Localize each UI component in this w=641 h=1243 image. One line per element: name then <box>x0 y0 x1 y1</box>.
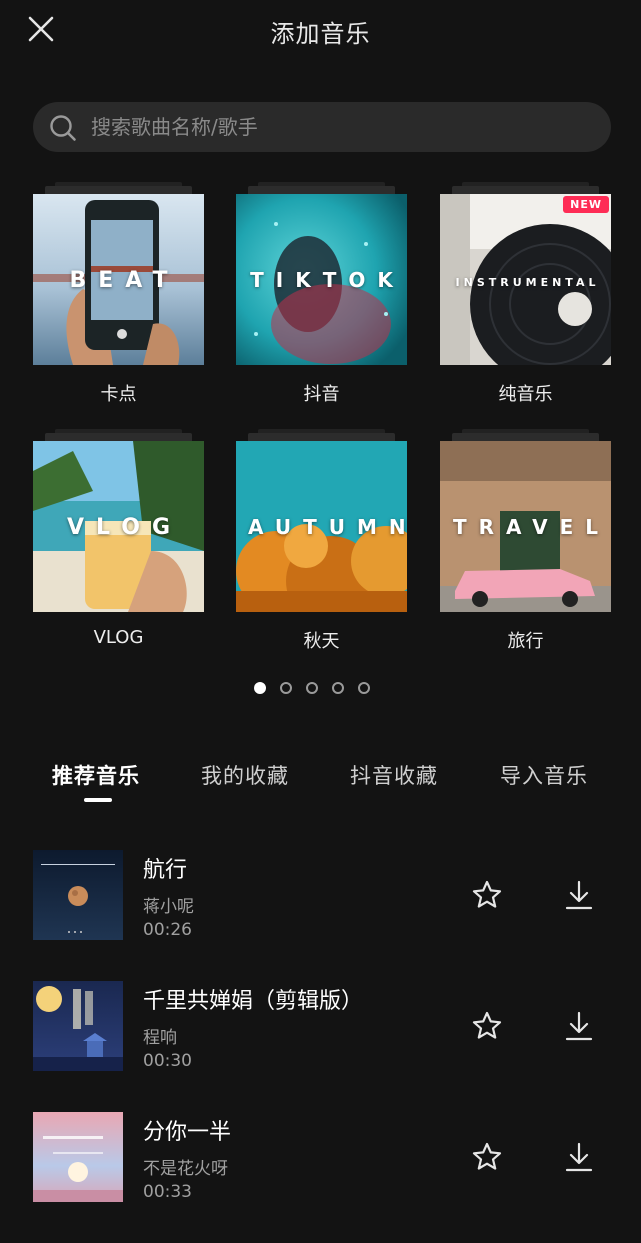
page-dot[interactable] <box>306 682 318 694</box>
music-tabs: 推荐音乐 我的收藏 抖音收藏 导入音乐 <box>0 760 641 806</box>
song-title: 分你一半 <box>143 1120 232 1145</box>
song-artist: 程响 <box>143 1028 177 1048</box>
download-icon[interactable] <box>563 1141 595 1173</box>
tab-import-music[interactable]: 导入音乐 <box>500 760 588 790</box>
search-bar[interactable] <box>33 102 611 152</box>
page-indicator <box>254 682 380 694</box>
category-label: 卡点 <box>100 384 137 405</box>
song-title: 航行 <box>143 858 188 883</box>
star-icon[interactable] <box>471 1010 503 1042</box>
tab-my-favorites[interactable]: 我的收藏 <box>201 760 289 790</box>
star-icon[interactable] <box>471 879 503 911</box>
page-dot[interactable] <box>280 682 292 694</box>
page-dot[interactable] <box>254 682 266 694</box>
star-icon[interactable] <box>471 1141 503 1173</box>
song-duration: 00:26 <box>143 920 192 940</box>
category-art-text: VLOG <box>66 515 183 540</box>
download-icon[interactable] <box>563 879 595 911</box>
page-title: 添加音乐 <box>270 20 371 48</box>
song-item[interactable]: 千里共婵娟（剪辑版） 程响 00:30 <box>0 981 641 1073</box>
song-cover <box>33 981 123 1071</box>
download-icon[interactable] <box>563 1010 595 1042</box>
category-art-text: AUTUMN <box>248 515 418 539</box>
tab-recommended[interactable]: 推荐音乐 <box>52 760 140 790</box>
search-input[interactable] <box>91 102 591 152</box>
category-label: 纯音乐 <box>498 384 553 405</box>
category-art-text: TIKTOK <box>250 268 405 292</box>
new-badge: NEW <box>563 196 609 213</box>
category-art-text: INSTRUMENTAL <box>455 276 600 289</box>
tab-douyin-favorites[interactable]: 抖音收藏 <box>350 760 438 790</box>
category-label: VLOG <box>93 627 144 648</box>
page-dot[interactable] <box>358 682 370 694</box>
song-item[interactable]: 分你一半 不是花火呀 00:33 <box>0 1112 641 1204</box>
song-cover <box>33 1112 123 1202</box>
song-artist: 不是花火呀 <box>143 1159 228 1179</box>
category-art-text: TRAVEL <box>452 515 611 539</box>
search-icon <box>49 114 77 142</box>
song-title: 千里共婵娟（剪辑版） <box>143 989 364 1014</box>
category-label: 抖音 <box>303 384 340 405</box>
page-dot[interactable] <box>332 682 344 694</box>
category-art-text: BEAT <box>69 268 180 293</box>
category-label: 旅行 <box>507 631 544 652</box>
song-duration: 00:30 <box>143 1051 192 1071</box>
song-artist: 蒋小呢 <box>143 897 194 917</box>
header: 添加音乐 <box>0 0 641 60</box>
category-label: 秋天 <box>303 631 340 652</box>
active-tab-indicator <box>84 798 112 802</box>
song-cover <box>33 850 123 940</box>
song-duration: 00:33 <box>143 1182 192 1202</box>
song-item[interactable]: 航行 蒋小呢 00:26 <box>0 850 641 942</box>
